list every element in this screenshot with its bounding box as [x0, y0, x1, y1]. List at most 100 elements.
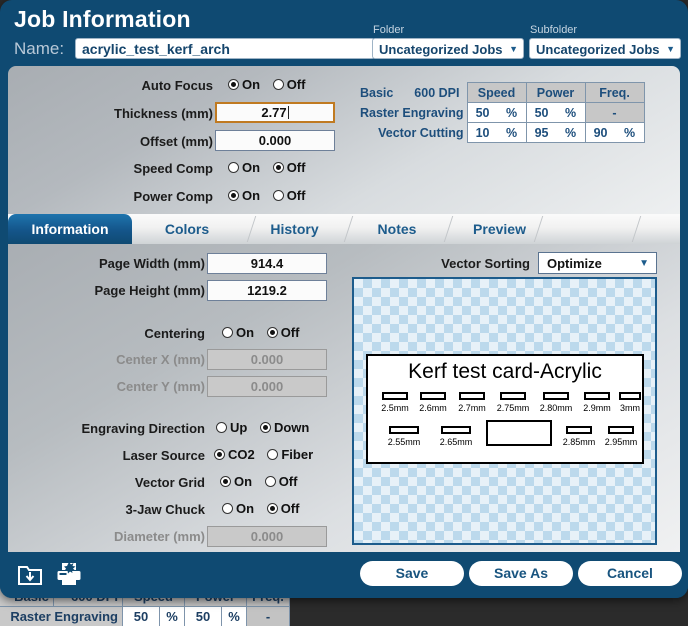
matrix-raster-label: Raster Engraving — [360, 105, 464, 120]
raster-power-value[interactable]: 50 — [525, 102, 557, 123]
folder-caption: Folder — [373, 24, 405, 36]
subfolder-select-value: Uncategorized Jobs — [536, 42, 660, 57]
speed-comp-off-radio[interactable]: Off — [272, 160, 305, 175]
save-as-button[interactable]: Save As — [469, 561, 573, 586]
name-label: Name: — [14, 39, 65, 58]
background-power-value: 50 — [183, 606, 222, 626]
kerf-label: 2.75mm — [496, 403, 530, 413]
vector-power-value[interactable]: 95 — [525, 122, 557, 143]
vector-grid-radiogroup[interactable]: On Off — [220, 474, 297, 490]
background-speed-unit: % — [158, 606, 185, 626]
kerf-slot — [441, 426, 471, 434]
auto-focus-on-label: On — [242, 77, 261, 92]
diameter-input: 0.000 — [207, 526, 327, 547]
radio-dot-icon — [266, 503, 278, 514]
kerf-slot — [382, 392, 408, 400]
kerf-label: 2.65mm — [439, 437, 473, 447]
cancel-button[interactable]: Cancel — [578, 561, 682, 586]
page-height-input[interactable]: 1219.2 — [207, 280, 327, 301]
background-row-label: Raster Engraving — [0, 606, 123, 626]
kerf-label: 2.5mm — [381, 403, 409, 413]
background-freq-value: - — [245, 606, 290, 626]
page-width-input[interactable]: 914.4 — [207, 253, 327, 274]
vector-speed-value[interactable]: 10 — [466, 122, 498, 143]
tab-notes[interactable]: Notes — [347, 214, 447, 244]
speed-comp-on-label: On — [242, 160, 261, 175]
chevron-down-icon: ▼ — [666, 44, 675, 54]
vector-speed-unit: % — [497, 122, 527, 143]
raster-freq-value: - — [584, 102, 645, 123]
engraving-direction-label: Engraving Direction — [81, 421, 205, 436]
chevron-down-icon: ▼ — [639, 258, 649, 269]
tab-colors[interactable]: Colors — [132, 214, 242, 244]
offset-label: Offset (mm) — [140, 134, 213, 149]
power-comp-on-label: On — [242, 188, 261, 203]
centering-radiogroup[interactable]: On Off — [222, 325, 299, 341]
thickness-label: Thickness (mm) — [114, 106, 213, 121]
jaw-chuck-radiogroup[interactable]: On Off — [222, 501, 299, 517]
job-name-input[interactable]: acrylic_test_kerf_arch — [75, 38, 375, 59]
kerf-label: 2.55mm — [387, 437, 421, 447]
power-comp-on-radio[interactable]: On — [228, 188, 260, 203]
speed-comp-label: Speed Comp — [133, 161, 213, 176]
raster-speed-value[interactable]: 50 — [466, 102, 498, 123]
vector-sorting-select[interactable]: Optimize ▼ — [538, 252, 657, 274]
thickness-input[interactable]: 2.77 — [215, 102, 335, 123]
auto-focus-off-label: Off — [286, 77, 306, 92]
kerf-slot — [459, 392, 485, 400]
raster-power-unit: % — [556, 102, 586, 123]
folder-download-icon[interactable] — [16, 560, 44, 593]
kerf-label: 2.80mm — [539, 403, 573, 413]
save-button[interactable]: Save — [360, 561, 464, 586]
auto-focus-radiogroup[interactable]: On Off — [228, 77, 305, 93]
auto-focus-off-radio[interactable]: Off — [272, 77, 306, 92]
center-x-input: 0.000 — [207, 349, 327, 370]
jaw-chuck-label: 3-Jaw Chuck — [125, 502, 205, 517]
folder-select[interactable]: Uncategorized Jobs ▼ — [372, 38, 524, 59]
engraving-up-radio[interactable]: Up — [216, 420, 247, 435]
power-comp-off-radio[interactable]: Off — [272, 188, 305, 203]
engraving-direction-radiogroup[interactable]: Up Down — [216, 420, 309, 436]
laser-source-co2-label: CO2 — [228, 447, 255, 462]
radio-dot-icon — [222, 503, 233, 514]
jaw-chuck-off-radio[interactable]: Off — [266, 501, 299, 516]
centering-off-label: Off — [280, 325, 300, 340]
tab-preview[interactable]: Preview — [447, 214, 552, 244]
kerf-card-title: Kerf test card-Acrylic — [408, 360, 602, 383]
power-comp-radiogroup[interactable]: On Off — [228, 188, 305, 204]
centering-label: Centering — [144, 326, 205, 341]
vector-freq-value[interactable]: 90 — [584, 122, 616, 143]
jaw-chuck-on-radio[interactable]: On — [222, 501, 254, 516]
speed-comp-radiogroup[interactable]: On Off — [228, 160, 305, 176]
matrix-freq-header: Freq. — [584, 82, 645, 103]
subfolder-select[interactable]: Uncategorized Jobs ▼ — [529, 38, 681, 59]
auto-focus-on-radio[interactable]: On — [228, 77, 260, 92]
screen: Basic 600 DPI Speed Power Freq. Raster E… — [0, 0, 688, 626]
radio-dot-icon — [259, 422, 271, 433]
speed-comp-on-radio[interactable]: On — [228, 160, 260, 175]
radio-dot-icon — [220, 476, 231, 487]
laser-source-fiber-radio[interactable]: Fiber — [267, 447, 313, 462]
tab-history[interactable]: History — [242, 214, 347, 244]
centering-off-radio[interactable]: Off — [266, 325, 300, 340]
table-row: Vector Cutting 10 % 95 % 90 % — [357, 122, 645, 143]
engraving-down-radio[interactable]: Down — [259, 420, 309, 435]
kerf-label: 2.7mm — [458, 403, 486, 413]
kerf-label: 2.9mm — [583, 403, 611, 413]
vector-grid-on-radio[interactable]: On — [220, 474, 252, 489]
tab-information[interactable]: Information — [8, 214, 132, 244]
page-width-label: Page Width (mm) — [98, 256, 205, 271]
kerf-center-box — [486, 420, 552, 446]
centering-on-radio[interactable]: On — [222, 325, 254, 340]
offset-input[interactable]: 0.000 — [215, 130, 335, 151]
printer-icon[interactable] — [55, 560, 83, 593]
jaw-chuck-on-label: On — [236, 501, 255, 516]
laser-source-co2-radio[interactable]: CO2 — [214, 447, 255, 462]
job-preview-canvas[interactable]: Kerf test card-Acrylic 2.5mm 2.6mm 2.7mm… — [352, 277, 657, 545]
vector-grid-off-radio[interactable]: Off — [264, 474, 297, 489]
vector-freq-unit: % — [615, 122, 645, 143]
laser-source-radiogroup[interactable]: CO2 Fiber — [214, 447, 313, 463]
laser-source-label: Laser Source — [122, 448, 205, 463]
center-y-label: Center Y (mm) — [116, 379, 205, 394]
laser-source-fiber-label: Fiber — [281, 447, 314, 462]
